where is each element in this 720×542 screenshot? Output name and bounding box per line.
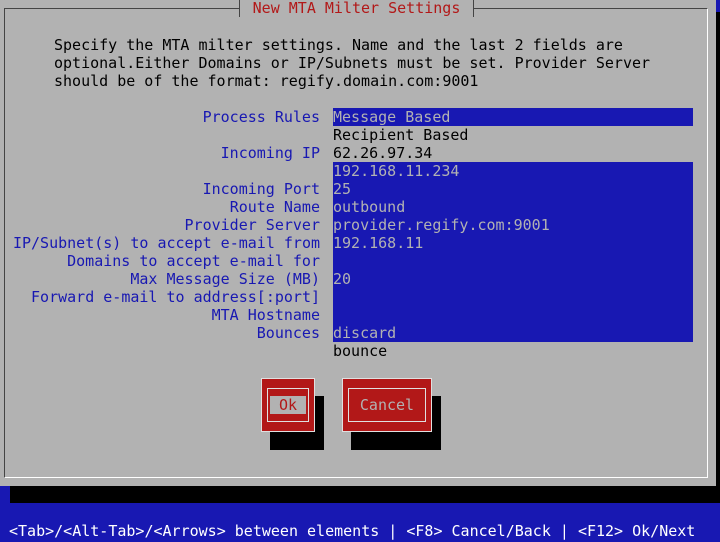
provider-server-input[interactable]: provider.regify.com:9001 [333,216,693,234]
provider-server-value: provider.regify.com:9001 [333,216,550,234]
domains-input[interactable] [333,252,693,270]
dialog-description: Specify the MTA milter settings. Name an… [54,36,651,90]
process-rules-option-recipient-based[interactable]: Recipient Based [333,126,468,144]
incoming-port-label: Incoming Port [202,180,320,198]
cancel-button-label: Cancel [359,396,415,414]
status-bar: <Tab>/<Alt-Tab>/<Arrows> between element… [9,522,696,540]
incoming-port-input[interactable]: 25 [333,180,693,198]
route-name-label: Route Name [229,198,320,216]
dialog-panel: New MTA Milter Settings Specify the MTA … [0,0,716,486]
ok-button[interactable]: Ok [261,378,315,432]
ip-subnets-value: 192.168.11 [333,234,424,252]
incoming-port-value: 25 [333,180,352,198]
route-name-input[interactable]: outbound [333,198,693,216]
max-message-size-label: Max Message Size (MB) [130,270,320,288]
provider-server-label: Provider Server [184,216,320,234]
bounces-option-bounce[interactable]: bounce [333,342,387,360]
max-message-size-input[interactable]: 20 [333,270,693,288]
mta-hostname-input[interactable] [333,306,693,324]
forward-address-label: Forward e-mail to address[:port] [31,288,320,306]
incoming-ip-option-2[interactable]: 192.168.11.234 [333,162,693,180]
process-rules-label: Process Rules [202,108,320,126]
bounces-label: Bounces [256,324,320,342]
ok-button-label: Ok [270,396,306,414]
ip-subnets-label: IP/Subnet(s) to accept e-mail from [12,234,320,252]
process-rules-option-message-based[interactable]: Message Based [333,108,693,126]
domains-label: Domains to accept e-mail for [67,252,320,270]
route-name-value: outbound [333,198,406,216]
incoming-ip-option-1[interactable]: 62.26.97.34 [333,144,432,162]
bounces-option-discard[interactable]: discard [333,324,693,342]
mta-hostname-label: MTA Hostname [211,306,320,324]
max-message-size-value: 20 [333,270,352,288]
dialog-title: New MTA Milter Settings [239,0,474,17]
cancel-button[interactable]: Cancel [342,378,432,432]
forward-address-input[interactable] [333,288,693,306]
incoming-ip-label: Incoming IP [220,144,320,162]
ip-subnets-input[interactable]: 192.168.11 [333,234,693,252]
